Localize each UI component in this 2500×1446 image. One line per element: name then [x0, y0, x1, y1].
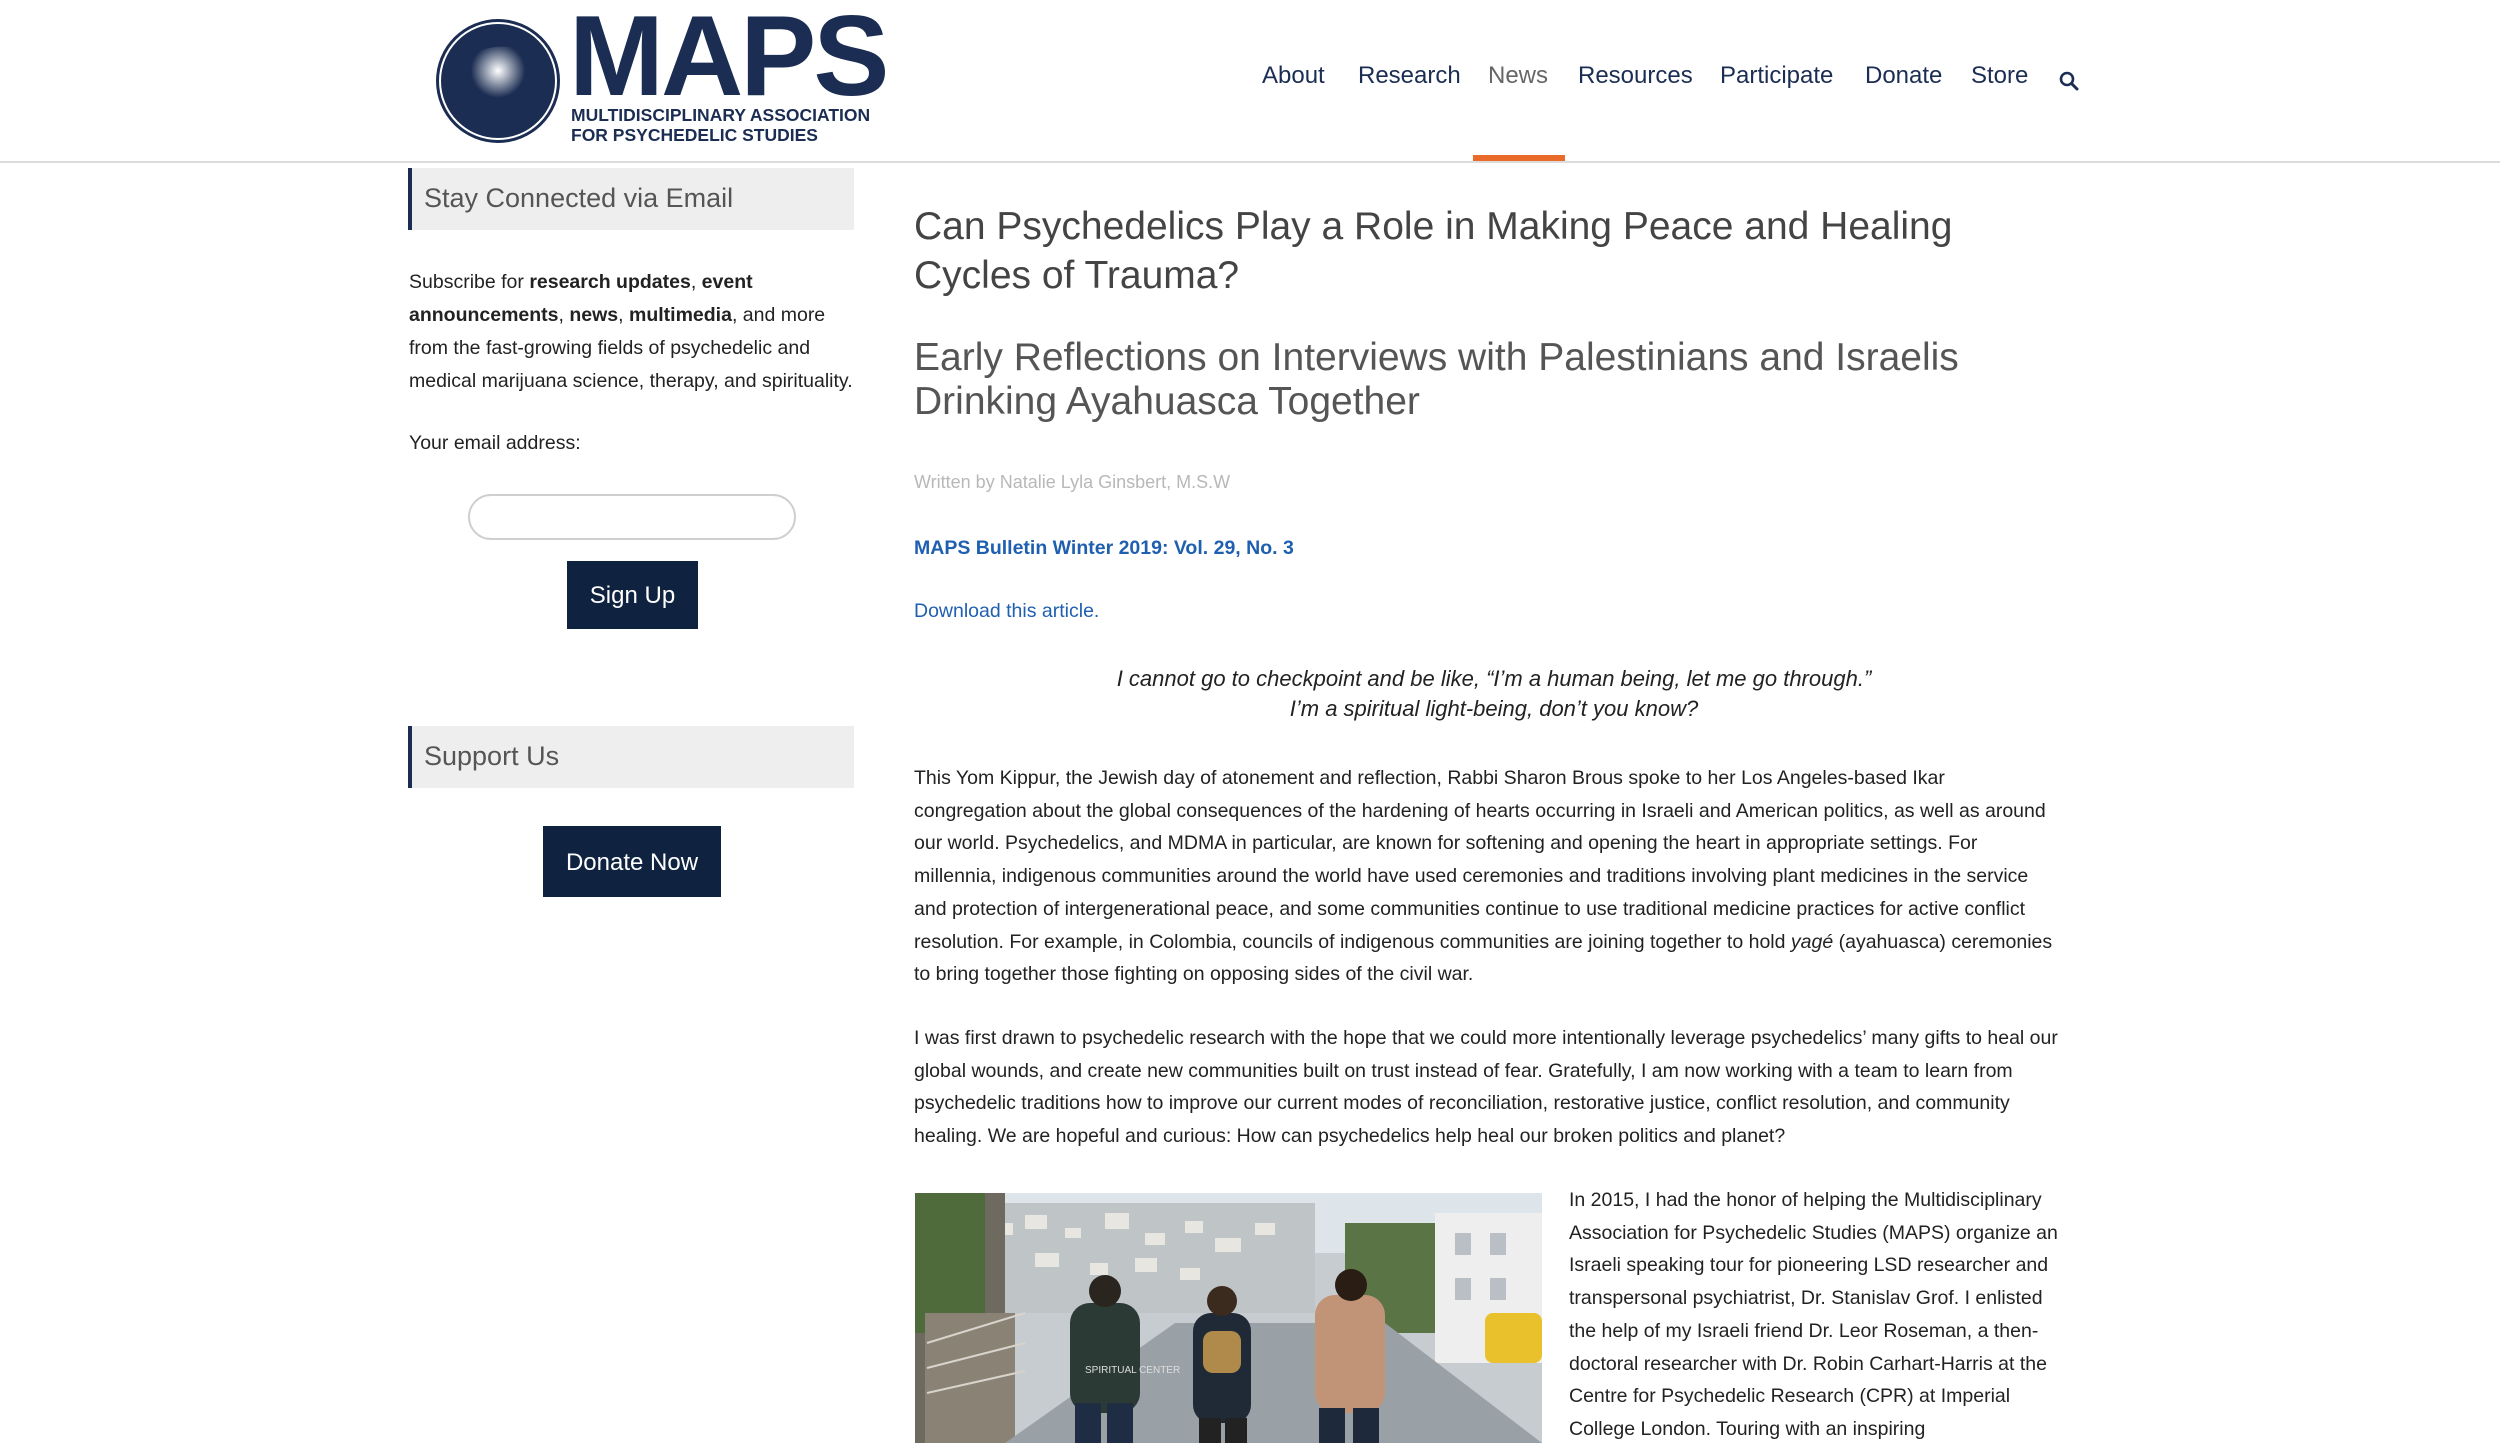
sign-up-button[interactable]: Sign Up [567, 561, 698, 629]
nav-news[interactable]: News [1488, 62, 1548, 90]
desc-research-updates: research updates [529, 271, 691, 293]
article-paragraph-2: I was first drawn to psychedelic researc… [914, 1027, 2058, 1148]
donate-now-button[interactable]: Donate Now [543, 826, 721, 897]
article-paragraph-3: In 2015, I had the honor of helping the … [1569, 1189, 2058, 1440]
maps-logo[interactable]: MAPS MULTIDISCIPLINARY ASSOCIATION FOR P… [433, 0, 889, 148]
article-photo: SPIRITUAL CENTER [915, 1193, 1542, 1443]
article-title: Can Psychedelics Play a Role in Making P… [914, 205, 1953, 297]
desc-multimedia: multimedia [629, 304, 732, 326]
desc-prefix: Subscribe for [409, 271, 530, 293]
bulletin-link[interactable]: MAPS Bulletin Winter 2019: Vol. 29, No. … [914, 537, 1294, 560]
hoodie-text: SPIRITUAL CENTER [1085, 1365, 1180, 1376]
email-label: Your email address: [409, 432, 581, 454]
email-field[interactable] [468, 494, 796, 540]
logo-globe-icon [436, 19, 560, 143]
support-widget-title: Support Us [408, 726, 854, 788]
article-subtitle: Early Reflections on Interviews with Pal… [914, 336, 1959, 423]
quote-line-2: I’m a spiritual light-being, don’t you k… [1289, 696, 1699, 721]
logo-subtitle-line1: MULTIDISCIPLINARY ASSOCIATION [571, 105, 871, 125]
site-header: MAPS MULTIDISCIPLINARY ASSOCIATION FOR P… [0, 0, 2500, 163]
nav-resources[interactable]: Resources [1578, 62, 1693, 90]
support-widget-title-text: Support Us [424, 741, 560, 771]
p1-text-a: This Yom Kippur, the Jewish day of atone… [914, 767, 2046, 953]
nav-store[interactable]: Store [1971, 62, 2028, 90]
logo-wordmark: MAPS [569, 0, 889, 120]
desc-sep: , [618, 304, 629, 326]
nav-about[interactable]: About [1262, 62, 1325, 90]
article-paragraph-1: This Yom Kippur, the Jewish day of atone… [914, 762, 2059, 991]
logo-subtitle-line2: FOR PSYCHEDELIC STUDIES [571, 125, 818, 145]
nav-participate[interactable]: Participate [1720, 62, 1833, 90]
logo-subtitle: MULTIDISCIPLINARY ASSOCIATION FOR PSYCHE… [571, 105, 870, 145]
article-author: Written by Natalie Lyla Ginsbert, M.S.W [914, 472, 1231, 492]
desc-news: news [569, 304, 619, 326]
nav-active-indicator [1473, 155, 1565, 161]
download-article-link[interactable]: Download this article. [914, 600, 1099, 623]
subscribe-description: Subscribe for research updates, event an… [409, 266, 859, 398]
p1-emphasis: yagé [1790, 930, 1834, 953]
pull-quote: I cannot go to checkpoint and be like, “… [914, 664, 2074, 724]
email-widget-title: Stay Connected via Email [408, 168, 854, 230]
email-widget-title-text: Stay Connected via Email [424, 183, 734, 213]
desc-sep: , [558, 304, 570, 326]
nav-donate[interactable]: Donate [1865, 62, 1942, 90]
search-icon[interactable] [2058, 70, 2080, 92]
quote-line-1: I cannot go to checkpoint and be like, “… [1116, 666, 1872, 691]
nav-research[interactable]: Research [1358, 62, 1461, 90]
desc-sep: , [690, 271, 702, 293]
